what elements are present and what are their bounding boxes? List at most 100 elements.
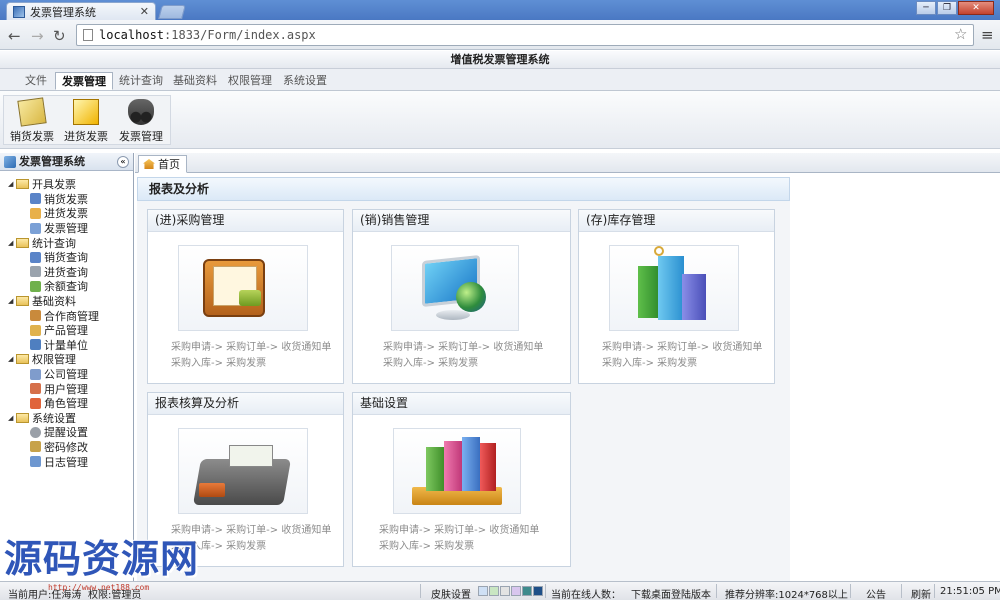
notice-link[interactable]: 公告 [866,586,886,600]
browser-titlebar: 发票管理系统 ✕ ─ ❐ ✕ [0,0,1000,20]
restore-button[interactable]: ❐ [937,1,957,15]
address-toolbar: ← → ↻ localhost:1833/Form/index.aspx ☆ ≡ [0,20,1000,50]
workflow-line-1[interactable]: 采购申请-> 采购订单-> 收货通知单 [602,340,762,356]
card-inventory-management[interactable]: (存)库存管理 采购申请-> 采购订单-> 收货通知单 采购入库-> 采购发票 [578,209,775,384]
download-desktop-link[interactable]: 下载桌面登陆版本 [631,586,711,600]
binoculars-icon [128,99,154,125]
card-title: (存)库存管理 [579,210,774,232]
card-title: (销)销售管理 [353,210,570,232]
tree-group-basic-data[interactable]: ◢ 基础资料 [0,294,133,309]
menu-file[interactable]: 文件 [19,72,53,90]
workflow-line-2[interactable]: 采购入库-> 采购发票 [379,539,539,555]
tab-home[interactable]: 首页 [138,155,187,173]
workflow-line-2[interactable]: 采购入库-> 采购发票 [383,356,543,372]
tree-item-reminder-settings[interactable]: 提醒设置 [0,425,133,440]
collapse-sidebar-icon[interactable]: « [117,155,129,168]
skin-swatch-4[interactable] [511,586,521,596]
new-tab-button[interactable] [158,5,186,19]
tree-item-units[interactable]: 计量单位 [0,338,133,353]
tree-item-label: 用户管理 [44,382,88,396]
folder-icon [16,237,29,248]
skin-swatch-3[interactable] [500,586,510,596]
tree-item-label: 进货发票 [44,207,88,221]
menu-system-settings[interactable]: 系统设置 [277,72,333,90]
tree-item-partner-management[interactable]: 合作商管理 [0,308,133,323]
tree-item-label: 计量单位 [44,338,88,352]
workflow-line-2[interactable]: 采购入库-> 采购发票 [602,356,762,372]
menu-statistics[interactable]: 统计查询 [113,72,169,90]
close-tab-icon[interactable]: ✕ [140,5,149,18]
expand-arrow-icon: ◢ [8,413,14,422]
tree-group-label: 基础资料 [32,295,76,309]
tree-item-user-management[interactable]: 用户管理 [0,381,133,396]
key-icon [30,441,41,453]
forward-arrow-icon[interactable]: → [31,27,44,45]
tree-item-sale-query[interactable]: 销货查询 [0,250,133,265]
url-input[interactable]: localhost:1833/Form/index.aspx [76,24,974,46]
bookmark-star-icon[interactable]: ☆ [954,25,967,43]
calculator-icon[interactable] [178,428,308,514]
tree-item-company-management[interactable]: 公司管理 [0,367,133,382]
expand-arrow-icon: ◢ [8,180,14,189]
tree-item-log-management[interactable]: 日志管理 [0,454,133,469]
url-path: :1833/Form/index.aspx [164,28,316,42]
divider [901,584,902,598]
browser-tab[interactable]: 发票管理系统 ✕ [6,2,156,20]
menu-permissions[interactable]: 权限管理 [222,72,278,90]
divider [934,584,935,598]
skin-swatch-1[interactable] [478,586,488,596]
minimize-button[interactable]: ─ [916,1,936,15]
tree-group-issue-invoice[interactable]: ◢ 开具发票 [0,177,133,192]
tree-item-label: 提醒设置 [44,426,88,440]
books-icon[interactable] [393,428,521,514]
tree-item-purchase-query[interactable]: 进货查询 [0,265,133,280]
people-icon [30,310,41,322]
reload-icon[interactable]: ↻ [53,27,66,45]
ribbon-toolbar: 销货发票 进货发票 发票管理 [0,91,1000,149]
menu-basic-data[interactable]: 基础资料 [167,72,223,90]
workflow-line-2[interactable]: 采购入库-> 采购发票 [171,356,331,372]
tree-item-label: 角色管理 [44,397,88,411]
card-sales-management[interactable]: (销)销售管理 采购申请-> 采购订单-> 收货通知单 采购入库-> 采购发票 [352,209,571,384]
page-icon [83,29,93,41]
sale-invoice-button[interactable]: 销货发票 [6,97,58,144]
folder-icon [16,179,29,190]
skin-swatch-5[interactable] [522,586,532,596]
browser-menu-icon[interactable]: ≡ [981,26,994,44]
yen-icon [30,280,41,292]
pen-icon [30,339,41,351]
tree-item-invoice-management[interactable]: 发票管理 [0,221,133,236]
tree-item-balance-query[interactable]: 余额查询 [0,279,133,294]
tree-item-sale-invoice[interactable]: 销货发票 [0,192,133,207]
main-menubar: 文件 发票管理 统计查询 基础资料 权限管理 系统设置 [0,69,1000,91]
tree-group-system-settings[interactable]: ◢ 系统设置 [0,411,133,426]
tree-item-change-password[interactable]: 密码修改 [0,440,133,455]
refresh-link[interactable]: 刷新 [911,586,931,600]
back-arrow-icon[interactable]: ← [8,27,21,45]
tree-item-purchase-invoice[interactable]: 进货发票 [0,206,133,221]
tree-item-label: 余额查询 [44,280,88,294]
monitor-globe-icon[interactable] [391,245,519,331]
close-window-button[interactable]: ✕ [958,1,994,15]
tree-item-product-management[interactable]: 产品管理 [0,323,133,338]
card-basic-settings[interactable]: 基础设置 采购申请-> 采购订单-> 收货通知单 采购入库-> 采购发票 [352,392,571,567]
tree-group-statistics[interactable]: ◢ 统计查询 [0,235,133,250]
document-icon [30,222,41,234]
watermark-url: http://www.net188.com [48,583,150,592]
workflow-line-1[interactable]: 采购申请-> 采购订单-> 收货通知单 [171,340,331,356]
folder-icon [16,412,29,423]
card-purchase-management[interactable]: (进)采购管理 采购申请-> 采购订单-> 收货通知单 采购入库-> 采购发票 [147,209,344,384]
invoice-management-button[interactable]: 发票管理 [115,99,167,144]
buildings-icon[interactable] [609,245,739,331]
card-title: 基础设置 [353,393,570,415]
purchase-invoice-button[interactable]: 进货发票 [60,99,112,144]
status-bar: 当前用户:任海涛 权限:管理员 皮肤设置 当前在线人数： 下载桌面登陆版本 推荐… [0,581,1000,600]
workflow-line-1[interactable]: 采购申请-> 采购订单-> 收货通知单 [383,340,543,356]
purchase-folder-icon[interactable] [178,245,308,331]
skin-swatch-2[interactable] [489,586,499,596]
tree-group-permissions[interactable]: ◢ 权限管理 [0,352,133,367]
workflow-line-1[interactable]: 采购申请-> 采购订单-> 收货通知单 [379,523,539,539]
skin-swatch-6[interactable] [533,586,543,596]
menu-invoice-management[interactable]: 发票管理 [55,72,113,90]
tree-item-role-management[interactable]: 角色管理 [0,396,133,411]
